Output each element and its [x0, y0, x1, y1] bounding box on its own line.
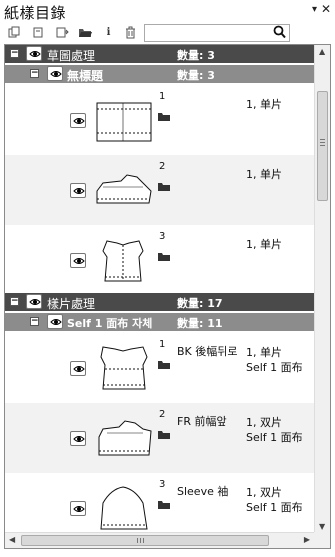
- piece-info: 1, 单片: [246, 97, 282, 112]
- pattern-piece-thumbnail: [100, 486, 148, 530]
- group-count: 數量: 17: [177, 297, 223, 310]
- piece-fabric: Self 1 面布: [246, 431, 303, 444]
- pattern-piece-row[interactable]: 2 1, 单片: [5, 155, 314, 225]
- vertical-scrollbar[interactable]: ▲ ▼: [314, 45, 330, 533]
- window-title: 紙樣目錄: [4, 4, 67, 22]
- group-row[interactable]: − 樣片處理 數量: 17: [5, 293, 314, 311]
- folder-icon[interactable]: [157, 181, 171, 192]
- piece-number: 1: [159, 339, 166, 350]
- subgroup-row[interactable]: − 無標題 數量: 3: [5, 65, 314, 83]
- scroll-corner: [314, 532, 330, 548]
- close-icon[interactable]: ✕: [321, 2, 331, 16]
- grip-icon: [140, 538, 141, 543]
- piece-fabric: Self 1 面布: [246, 361, 303, 374]
- piece-fabric: Self 1 面布: [246, 501, 303, 514]
- scroll-right-icon[interactable]: ▶: [304, 535, 310, 544]
- folder-icon[interactable]: [157, 359, 171, 370]
- duplicate-to-icon[interactable]: [56, 26, 69, 39]
- piece-quantity: 1, 单片: [246, 238, 282, 251]
- visibility-eye-icon[interactable]: [26, 294, 42, 309]
- pattern-tree-panel: − 草圖處理 數量: 3 − 無標題 數量: 3 1 1, 单片 2 1, 单片…: [4, 44, 331, 549]
- folder-icon[interactable]: [157, 429, 171, 440]
- piece-name: Sleeve 袖: [177, 485, 229, 498]
- vertical-scroll-thumb[interactable]: [317, 91, 328, 201]
- pattern-tree: − 草圖處理 數量: 3 − 無標題 數量: 3 1 1, 单片 2 1, 单片…: [5, 45, 314, 533]
- piece-number: 3: [159, 231, 166, 242]
- copy-icon[interactable]: [8, 26, 21, 39]
- piece-info: 1, 单片: [246, 167, 282, 182]
- piece-quantity: 1, 单片: [246, 98, 282, 111]
- pattern-piece-thumbnail: [102, 240, 144, 282]
- piece-number: 2: [159, 161, 166, 172]
- piece-quantity: 1, 单片: [246, 346, 282, 359]
- subgroup-count: 數量: 11: [177, 317, 223, 330]
- pattern-piece-row[interactable]: 1 1, 单片: [5, 85, 314, 155]
- visibility-eye-icon[interactable]: [70, 183, 86, 198]
- pattern-piece-row[interactable]: 3 1, 单片: [5, 225, 314, 295]
- pattern-piece-row[interactable]: 2 FR 前幅앞 1, 双片 Self 1 面布: [5, 403, 314, 473]
- piece-info: 1, 双片 Self 1 面布: [246, 485, 303, 515]
- piece-number: 3: [159, 479, 166, 490]
- piece-name: FR 前幅앞: [177, 415, 227, 428]
- search-icon[interactable]: [273, 25, 286, 43]
- visibility-eye-icon[interactable]: [47, 314, 63, 329]
- visibility-eye-icon[interactable]: [70, 431, 86, 446]
- visibility-eye-icon[interactable]: [70, 501, 86, 516]
- horizontal-scrollbar[interactable]: ◀ ▶: [5, 532, 314, 548]
- panel-menu-icon[interactable]: ▾: [312, 4, 317, 15]
- horizontal-scroll-thumb[interactable]: [21, 535, 269, 546]
- piece-number: 1: [159, 91, 166, 102]
- visibility-eye-icon[interactable]: [26, 46, 42, 61]
- visibility-eye-icon[interactable]: [70, 113, 86, 128]
- visibility-eye-icon[interactable]: [47, 66, 63, 81]
- piece-quantity: 1, 双片: [246, 416, 282, 429]
- pattern-piece-thumbnail: [98, 420, 152, 456]
- piece-quantity: 1, 单片: [246, 168, 282, 181]
- scroll-down-icon[interactable]: ▼: [319, 522, 325, 531]
- duplicate-icon[interactable]: [32, 26, 45, 39]
- subgroup-name: 無標題: [67, 69, 104, 83]
- folder-icon[interactable]: [157, 111, 171, 122]
- piece-info: 1, 单片 Self 1 面布: [246, 345, 303, 375]
- piece-info: 1, 单片: [246, 237, 282, 252]
- visibility-eye-icon[interactable]: [70, 253, 86, 268]
- collapse-toggle[interactable]: −: [30, 69, 39, 78]
- group-name: 草圖處理: [47, 49, 96, 63]
- pattern-piece-thumbnail: [96, 174, 152, 204]
- piece-name: BK 後幅뒤로: [177, 345, 238, 358]
- folder-open-icon[interactable]: [78, 26, 92, 39]
- search-input[interactable]: [144, 24, 290, 42]
- group-count: 數量: 3: [177, 49, 215, 62]
- subgroup-row[interactable]: − Self 1 面布 자체 數量: 11: [5, 313, 314, 331]
- pattern-piece-thumbnail: [100, 346, 148, 390]
- pattern-piece-thumbnail: [96, 102, 152, 142]
- grip-icon: [320, 142, 325, 143]
- trash-icon[interactable]: [124, 26, 137, 39]
- piece-quantity: 1, 双片: [246, 486, 282, 499]
- scroll-up-icon[interactable]: ▲: [319, 47, 325, 56]
- piece-info: 1, 双片 Self 1 面布: [246, 415, 303, 445]
- folder-icon[interactable]: [157, 251, 171, 262]
- subgroup-count: 數量: 3: [177, 69, 215, 82]
- folder-icon[interactable]: [157, 499, 171, 510]
- visibility-eye-icon[interactable]: [70, 361, 86, 376]
- scroll-left-icon[interactable]: ◀: [9, 535, 15, 544]
- info-icon[interactable]: i: [102, 26, 115, 39]
- collapse-toggle[interactable]: −: [30, 317, 39, 326]
- group-name: 樣片處理: [47, 297, 96, 311]
- piece-number: 2: [159, 409, 166, 420]
- group-row[interactable]: − 草圖處理 數量: 3: [5, 45, 314, 63]
- pattern-piece-row[interactable]: 3 Sleeve 袖 1, 双片 Self 1 面布: [5, 473, 314, 533]
- title-bar: 紙樣目錄 ▾ ✕: [0, 0, 335, 22]
- pattern-piece-row[interactable]: 1 BK 後幅뒤로 1, 单片 Self 1 面布: [5, 333, 314, 403]
- collapse-toggle[interactable]: −: [10, 297, 19, 306]
- collapse-toggle[interactable]: −: [10, 49, 19, 58]
- subgroup-name: Self 1 面布 자체: [67, 317, 153, 330]
